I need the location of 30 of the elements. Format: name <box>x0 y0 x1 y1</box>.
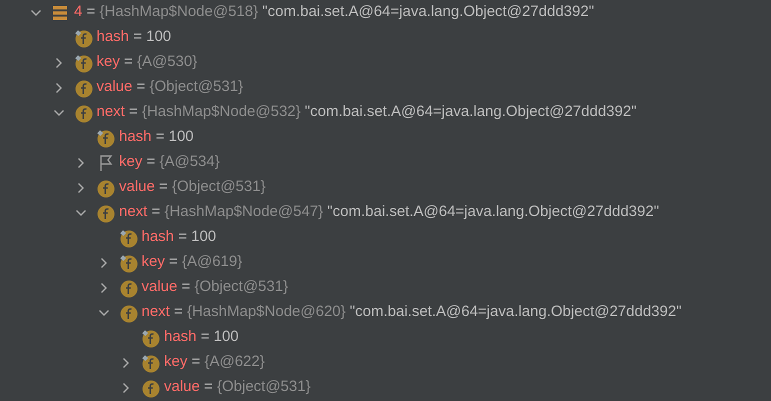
final-field-icon <box>140 328 160 348</box>
variable-entry[interactable]: key = {A@619} <box>142 251 242 274</box>
final-field-icon <box>72 52 92 72</box>
variable-entry[interactable]: key = {A@534} <box>119 151 220 174</box>
final-field-icon <box>72 28 92 48</box>
field-icon <box>72 78 92 98</box>
field-icon <box>95 202 115 222</box>
variable-entry[interactable]: hash = 100 <box>142 226 216 249</box>
field-icon <box>118 278 138 298</box>
field-icon <box>72 102 92 122</box>
variable-entry[interactable]: hash = 100 <box>119 126 194 149</box>
variable-entry[interactable]: 4 = {HashMap$Node@518} "com.bai.set.A@64=java.lang.Object@27ddd392" <box>74 1 594 24</box>
final-field-icon <box>140 352 160 372</box>
variable-entry[interactable]: hash = 100 <box>96 26 172 49</box>
final-field-icon <box>95 128 115 148</box>
field-icon <box>140 378 160 398</box>
variable-entry[interactable]: next = {HashMap$Node@620} "com.bai.set.A@64=java.lang.Object@27ddd392" <box>142 301 682 324</box>
variable-entry[interactable]: next = {HashMap$Node@547} "com.bai.set.A@64=java.lang.Object@27ddd392" <box>119 201 660 224</box>
variable-entry[interactable]: value = {Object@531} <box>96 76 244 99</box>
variable-entry[interactable]: key = {A@530} <box>96 51 198 74</box>
variable-entry[interactable]: value = {Object@531} <box>164 376 311 399</box>
final-field-icon <box>118 252 138 272</box>
variable-entry[interactable]: value = {Object@531} <box>119 176 266 199</box>
final-field-icon <box>118 228 138 248</box>
variable-entry[interactable]: hash = 100 <box>164 326 239 349</box>
variable-entry[interactable]: value = {Object@531} <box>142 276 288 299</box>
field-icon <box>95 178 115 198</box>
field-icon <box>118 302 138 322</box>
variable-entry[interactable]: next = {HashMap$Node@532} "com.bai.set.A@64=java.lang.Object@27ddd392" <box>96 101 637 124</box>
variable-entry[interactable]: key = {A@622} <box>164 351 265 374</box>
